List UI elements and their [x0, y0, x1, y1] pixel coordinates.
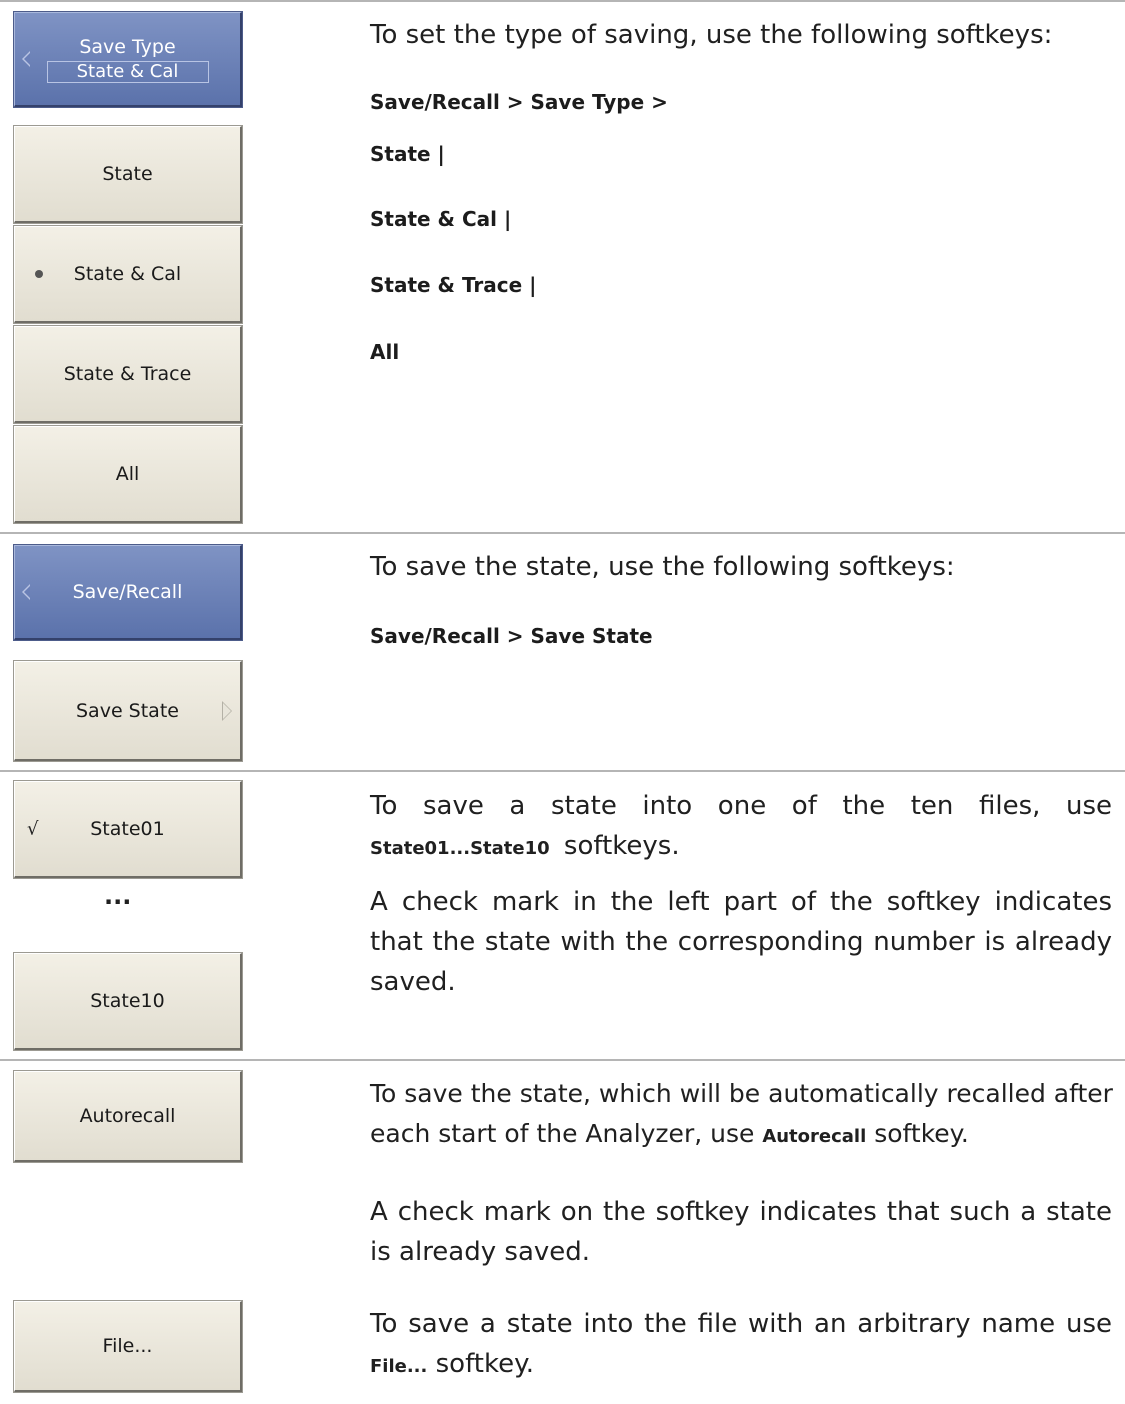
back-arrow-icon [22, 584, 30, 600]
state-check-paragraph: A check mark in the left part of the sof… [370, 887, 1112, 997]
back-arrow-icon [22, 51, 30, 67]
state-trace-softkey[interactable]: State & Trace [14, 326, 242, 423]
command-option: State | [370, 142, 445, 166]
inline-softkey-ref: Autorecall [762, 1126, 867, 1147]
save-state-softkey[interactable]: Save State [14, 661, 242, 761]
inline-softkey-ref: File... [370, 1356, 428, 1377]
save-type-title: Save Type [79, 36, 176, 58]
command-option: All [370, 340, 400, 364]
softkey-label: All [115, 463, 140, 485]
file-softkey[interactable]: File... [14, 1301, 242, 1392]
softkey-label: State10 [90, 990, 165, 1012]
command-path: Save/Recall > Save State [370, 624, 653, 648]
file-paragraph: To save a state into the file with an ar… [370, 1309, 1112, 1379]
autorecall-softkey[interactable]: Autorecall [14, 1071, 242, 1162]
command-option: State & Trace | [370, 273, 537, 297]
section-divider [0, 770, 1125, 772]
save-type-intro: To set the type of saving, use the follo… [370, 20, 1053, 50]
softkey-label: File... [102, 1335, 153, 1357]
state-cal-softkey[interactable]: State & Cal [14, 226, 242, 323]
autorecall-paragraph: To save the state, which will be automat… [370, 1079, 1113, 1148]
check-mark-icon: √ [27, 818, 39, 840]
autorecall-check-paragraph: A check mark on the softkey indicates th… [370, 1197, 1112, 1267]
selected-radio-dot-icon [35, 270, 43, 278]
softkey-label: State01 [90, 818, 165, 840]
softkey-label: State [102, 163, 153, 185]
softkey-label: Autorecall [79, 1105, 176, 1127]
section-divider [0, 532, 1125, 534]
save-recall-softkey[interactable]: Save/Recall [14, 545, 242, 640]
state-softkey[interactable]: State [14, 126, 242, 223]
section-divider [0, 1059, 1125, 1061]
save-type-value: State & Cal [46, 61, 209, 83]
command-option: State & Cal | [370, 207, 512, 231]
softkey-label: Save/Recall [72, 581, 183, 603]
command-path: Save/Recall > Save Type > [370, 90, 668, 114]
softkey-label: Save State [76, 699, 179, 722]
submenu-arrow-icon [222, 700, 232, 721]
state10-softkey[interactable]: State10 [14, 953, 242, 1050]
save-type-softkey[interactable]: Save Type State & Cal [14, 12, 242, 107]
section-divider [0, 0, 1125, 2]
save-state-intro: To save the state, use the following sof… [370, 552, 955, 582]
inline-softkey-ref: State01...State10 [370, 838, 550, 859]
state-files-paragraph: To save a state into one of the ten file… [370, 791, 1112, 861]
softkey-label: State & Trace [63, 363, 192, 385]
state01-softkey[interactable]: √ State01 [14, 781, 242, 878]
ellipsis: ... [104, 882, 132, 910]
softkey-label: State & Cal [73, 263, 182, 285]
all-softkey[interactable]: All [14, 426, 242, 523]
